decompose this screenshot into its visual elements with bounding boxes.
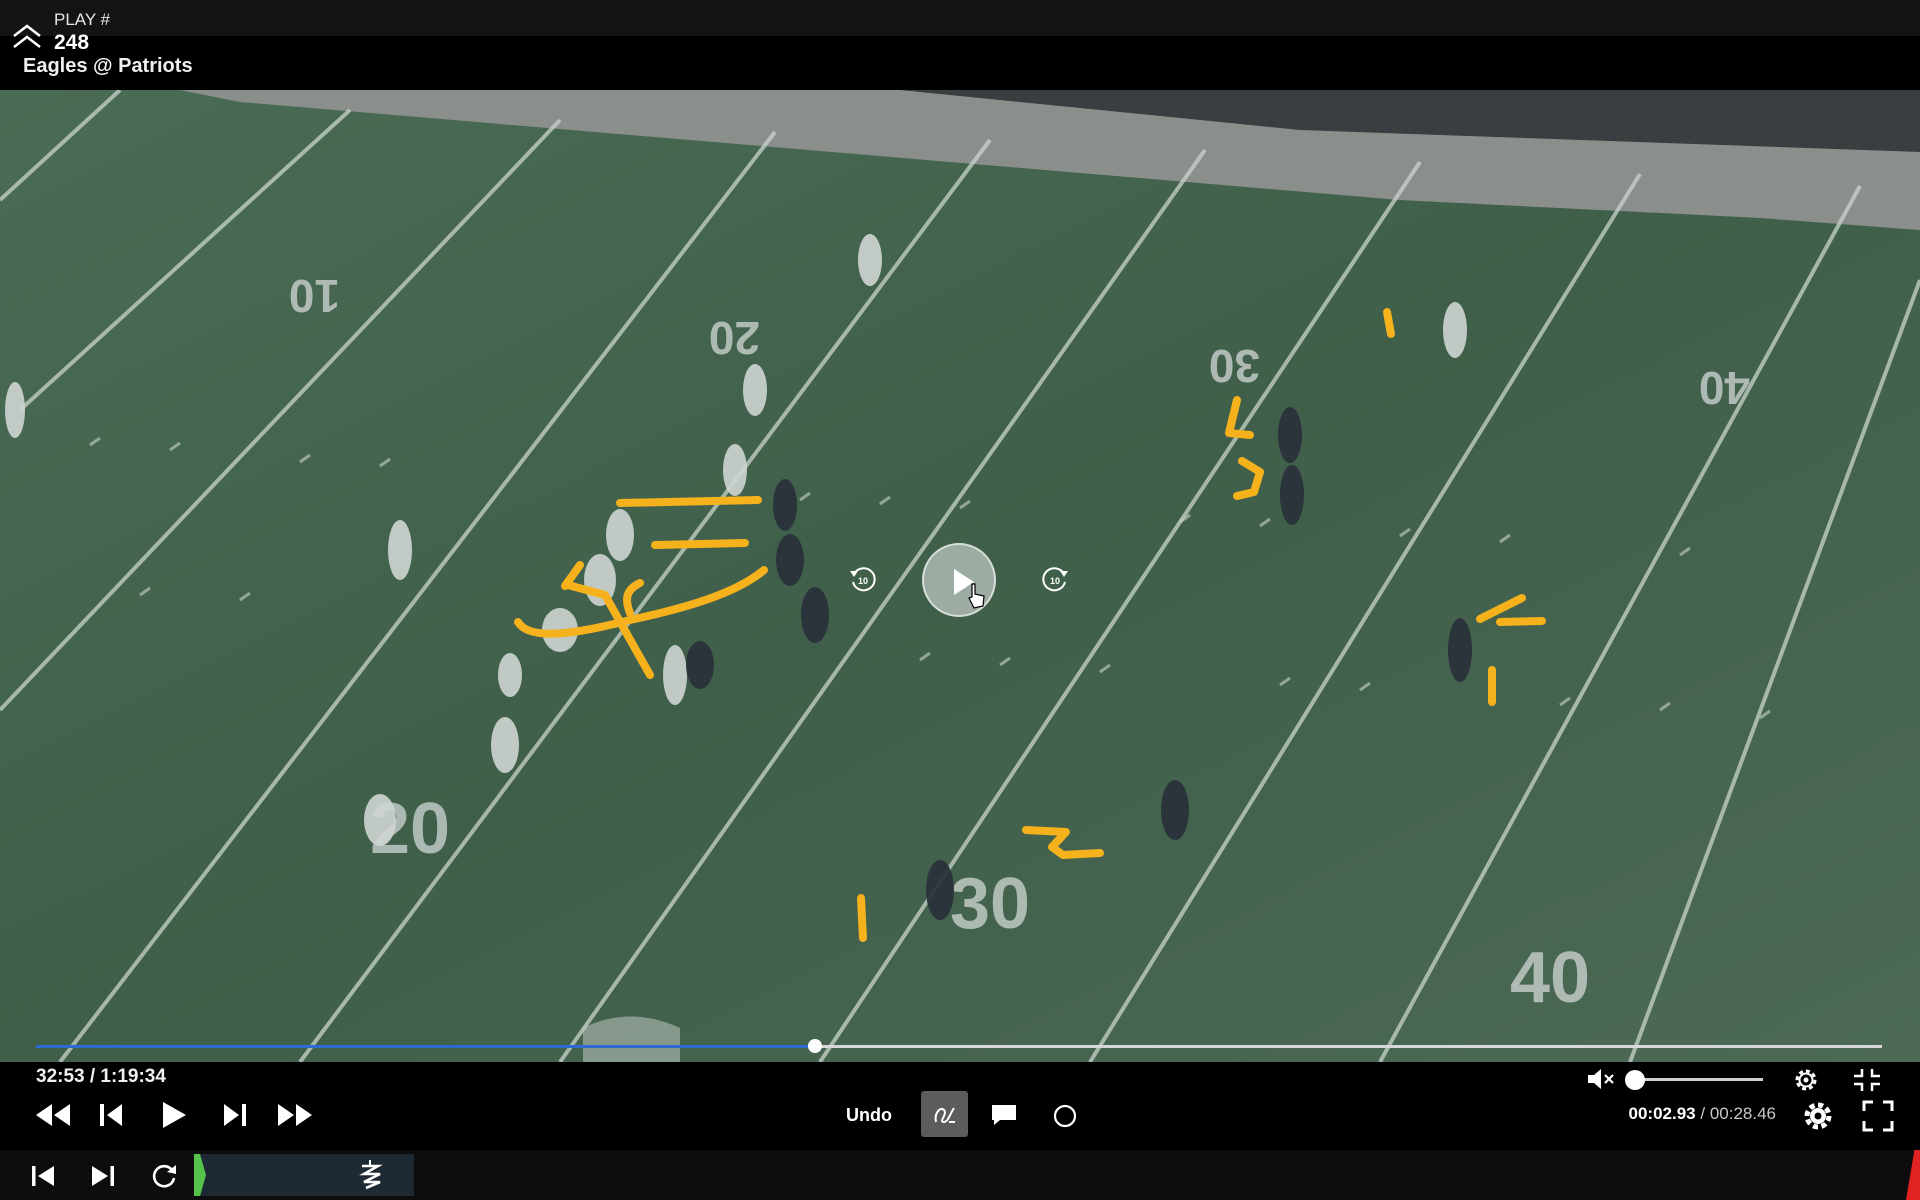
chevron-up-icon[interactable] <box>10 22 44 50</box>
field-number: 10 <box>289 270 340 322</box>
play-number-label: PLAY # <box>54 10 111 29</box>
skip-end-icon[interactable] <box>90 1164 116 1188</box>
seek-handle[interactable] <box>808 1039 822 1053</box>
step-back-icon[interactable] <box>98 1102 126 1128</box>
fullscreen-icon[interactable] <box>1862 1100 1894 1132</box>
video-player[interactable]: 10 20 30 40 20 30 40 10 10 <box>0 90 1920 1062</box>
volume-handle[interactable] <box>1625 1070 1645 1090</box>
clip-navigation-bar <box>0 1150 1920 1200</box>
game-matchup: Eagles @ Patriots <box>23 55 193 77</box>
play-number: 248 <box>54 31 90 54</box>
field-number: 30 <box>1209 340 1260 392</box>
nfl-logo-watermark <box>583 1016 680 1062</box>
center-playback-controls: 10 10 <box>0 540 1920 620</box>
play-icon[interactable] <box>160 1100 188 1130</box>
clip-total-time: 00:28.46 <box>1709 1104 1776 1123</box>
control-bar: 32:53 / 1:19:34 Undo 00:02.93 / 00:28.46 <box>0 1062 1920 1150</box>
clip-duration: 00:02.93 / 00:28.46 <box>1629 1104 1776 1124</box>
rewind-icon[interactable] <box>34 1102 72 1128</box>
squiggle-icon[interactable] <box>356 1158 386 1194</box>
settings-icon[interactable] <box>1792 1066 1820 1094</box>
circle-icon[interactable] <box>1052 1103 1078 1129</box>
fast-forward-icon[interactable] <box>276 1102 314 1128</box>
field-number: 40 <box>1510 938 1590 1018</box>
fullscreen-exit-icon[interactable] <box>1852 1067 1882 1093</box>
skip-start-icon[interactable] <box>30 1164 56 1188</box>
settings-icon[interactable] <box>1802 1100 1834 1132</box>
play-header: PLAY # 248 Eagles @ Patriots <box>0 0 1920 90</box>
cursor-hand-icon <box>968 583 985 609</box>
comment-icon[interactable] <box>990 1103 1018 1127</box>
game-timecode: 32:53 / 1:19:34 <box>36 1066 166 1087</box>
undo-button[interactable]: Undo <box>846 1105 892 1126</box>
volume-slider[interactable] <box>1625 1070 1763 1090</box>
mute-icon[interactable] <box>1586 1067 1616 1091</box>
seek-bar[interactable] <box>36 1039 1882 1053</box>
replay-icon[interactable] <box>150 1162 178 1190</box>
svg-text:10: 10 <box>1050 576 1060 586</box>
field-number: 20 <box>709 312 760 364</box>
forward-10-icon[interactable]: 10 <box>1040 565 1070 595</box>
seek-progress <box>36 1045 815 1048</box>
field-number: 30 <box>950 864 1030 944</box>
svg-text:10: 10 <box>858 576 868 586</box>
step-forward-icon[interactable] <box>220 1102 248 1128</box>
clip-time-separator: / <box>1695 1104 1710 1123</box>
clip-current-time: 00:02.93 <box>1628 1104 1696 1123</box>
header-top-bar <box>0 0 1920 36</box>
rewind-10-icon[interactable]: 10 <box>848 565 878 595</box>
draw-tool-button[interactable] <box>921 1091 968 1137</box>
pen-icon <box>934 1107 955 1124</box>
live-marker <box>1906 1150 1920 1200</box>
field-number: 40 <box>1699 362 1750 414</box>
